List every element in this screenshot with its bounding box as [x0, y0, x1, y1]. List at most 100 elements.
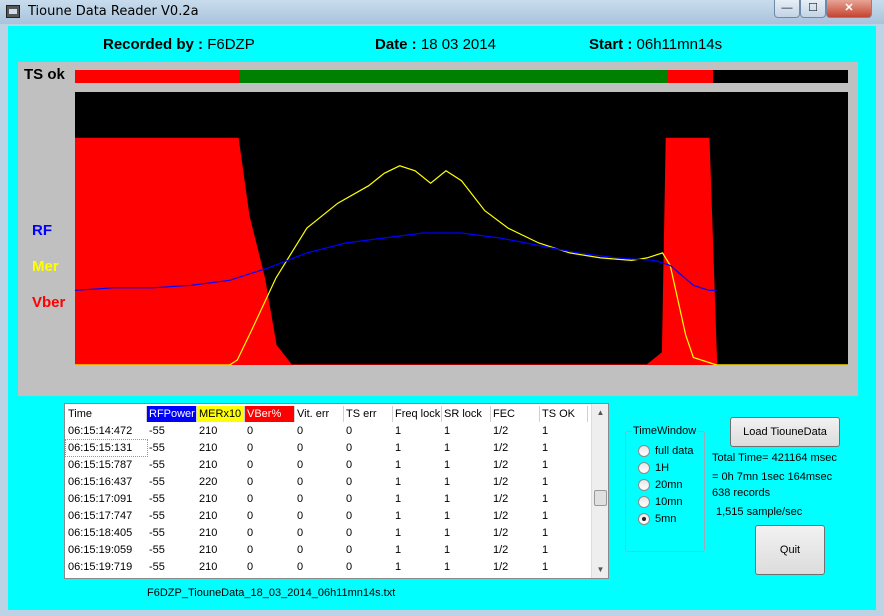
table-cell[interactable]: 1/2	[491, 474, 540, 490]
table-cell[interactable]: 1	[442, 457, 491, 473]
close-button[interactable]: ✕	[826, 0, 872, 18]
radio-icon[interactable]	[638, 462, 650, 474]
scroll-thumb[interactable]	[594, 490, 607, 506]
column-header[interactable]: Freq lock	[393, 406, 442, 422]
table-cell[interactable]: 1	[393, 423, 442, 439]
load-data-button[interactable]: Load TiouneData	[730, 417, 840, 447]
maximize-button[interactable]: ☐	[800, 0, 826, 18]
table-cell[interactable]: 1/2	[491, 542, 540, 558]
radio-icon[interactable]	[638, 513, 650, 525]
grid-scrollbar[interactable]: ▲ ▼	[591, 404, 608, 578]
title-bar[interactable]: Tioune Data Reader V0.2a — ☐ ✕	[0, 0, 884, 24]
table-cell[interactable]: 210	[197, 423, 245, 439]
table-cell[interactable]: 0	[245, 423, 295, 439]
table-cell[interactable]: 0	[295, 474, 344, 490]
table-cell[interactable]: 0	[295, 457, 344, 473]
table-cell[interactable]: 0	[344, 542, 393, 558]
table-cell[interactable]: 0	[295, 423, 344, 439]
table-cell[interactable]: 1	[540, 508, 588, 524]
table-cell[interactable]: 0	[245, 542, 295, 558]
column-header[interactable]: MERx10	[197, 406, 245, 422]
table-cell[interactable]: 210	[197, 457, 245, 473]
column-header[interactable]: FEC	[491, 406, 540, 422]
table-cell[interactable]: 1/2	[491, 508, 540, 524]
table-cell[interactable]: 1/2	[491, 457, 540, 473]
column-header[interactable]: RFPower	[147, 406, 197, 422]
table-cell[interactable]: 0	[295, 525, 344, 541]
table-cell[interactable]: 210	[197, 508, 245, 524]
table-cell[interactable]: 1/2	[491, 559, 540, 575]
table-cell[interactable]: 06:15:15:787	[66, 457, 147, 473]
table-cell[interactable]: 210	[197, 491, 245, 507]
radio-icon[interactable]	[638, 496, 650, 508]
table-cell[interactable]: 0	[245, 474, 295, 490]
table-cell[interactable]: 06:15:19:719	[66, 559, 147, 575]
table-cell[interactable]: 0	[295, 542, 344, 558]
table-cell[interactable]: 1	[540, 525, 588, 541]
table-cell[interactable]: 06:15:15:131	[65, 439, 148, 457]
table-cell[interactable]: -55	[147, 440, 197, 456]
table-cell[interactable]: -55	[147, 525, 197, 541]
column-header[interactable]: VBer%	[245, 406, 295, 422]
table-cell[interactable]: 0	[344, 525, 393, 541]
table-cell[interactable]: 0	[245, 440, 295, 456]
table-cell[interactable]: 1	[442, 423, 491, 439]
table-cell[interactable]: 0	[295, 508, 344, 524]
column-header[interactable]: SR lock	[442, 406, 491, 422]
table-cell[interactable]: 06:15:14:472	[66, 423, 147, 439]
column-header[interactable]: Time	[66, 406, 147, 422]
table-cell[interactable]: 1	[393, 491, 442, 507]
quit-button[interactable]: Quit	[755, 525, 825, 575]
table-cell[interactable]: 1	[442, 474, 491, 490]
table-cell[interactable]: 1	[393, 559, 442, 575]
table-cell[interactable]: 0	[344, 457, 393, 473]
table-cell[interactable]: 0	[245, 525, 295, 541]
table-cell[interactable]: 1	[393, 542, 442, 558]
table-cell[interactable]: 210	[197, 559, 245, 575]
table-cell[interactable]: 1	[442, 542, 491, 558]
table-cell[interactable]: -55	[147, 491, 197, 507]
table-cell[interactable]: 1	[442, 559, 491, 575]
table-cell[interactable]: 0	[295, 559, 344, 575]
table-cell[interactable]: 1	[442, 508, 491, 524]
table-cell[interactable]: 0	[344, 474, 393, 490]
table-cell[interactable]: 1	[540, 542, 588, 558]
table-cell[interactable]: 06:15:16:437	[66, 474, 147, 490]
table-cell[interactable]: 0	[295, 491, 344, 507]
table-cell[interactable]: -55	[147, 423, 197, 439]
table-cell[interactable]: 1	[442, 491, 491, 507]
table-cell[interactable]: 0	[245, 491, 295, 507]
table-cell[interactable]: 220	[197, 474, 245, 490]
column-header[interactable]: Vit. err	[295, 406, 344, 422]
table-cell[interactable]: 0	[344, 508, 393, 524]
table-cell[interactable]: 210	[197, 440, 245, 456]
table-cell[interactable]: 0	[245, 457, 295, 473]
table-cell[interactable]: 0	[344, 423, 393, 439]
table-cell[interactable]: 06:15:17:091	[66, 491, 147, 507]
table-cell[interactable]: 1	[393, 440, 442, 456]
table-cell[interactable]: 1/2	[491, 440, 540, 456]
table-cell[interactable]: 0	[344, 559, 393, 575]
table-cell[interactable]: -55	[147, 508, 197, 524]
table-cell[interactable]: 1	[442, 440, 491, 456]
table-cell[interactable]: -55	[147, 559, 197, 575]
table-cell[interactable]: 1	[540, 423, 588, 439]
table-cell[interactable]: 06:15:19:059	[66, 542, 147, 558]
table-cell[interactable]: 1	[540, 491, 588, 507]
table-cell[interactable]: 210	[197, 525, 245, 541]
scroll-up-icon[interactable]: ▲	[592, 404, 609, 421]
data-grid[interactable]: Time RFPower MERx10 VBer% Vit. err TS err Freq…	[64, 403, 609, 579]
table-cell[interactable]: 1	[540, 457, 588, 473]
table-cell[interactable]: 1	[393, 508, 442, 524]
radio-icon[interactable]	[638, 479, 650, 491]
table-cell[interactable]: 06:15:18:405	[66, 525, 147, 541]
signal-plot[interactable]	[75, 92, 848, 365]
table-cell[interactable]: -55	[147, 474, 197, 490]
table-cell[interactable]: 1	[540, 474, 588, 490]
table-cell[interactable]: 06:15:17:747	[66, 508, 147, 524]
radio-icon[interactable]	[638, 445, 650, 457]
table-cell[interactable]: 1/2	[491, 525, 540, 541]
table-cell[interactable]: 0	[344, 491, 393, 507]
scroll-down-icon[interactable]: ▼	[592, 561, 609, 578]
table-cell[interactable]: 1	[540, 559, 588, 575]
